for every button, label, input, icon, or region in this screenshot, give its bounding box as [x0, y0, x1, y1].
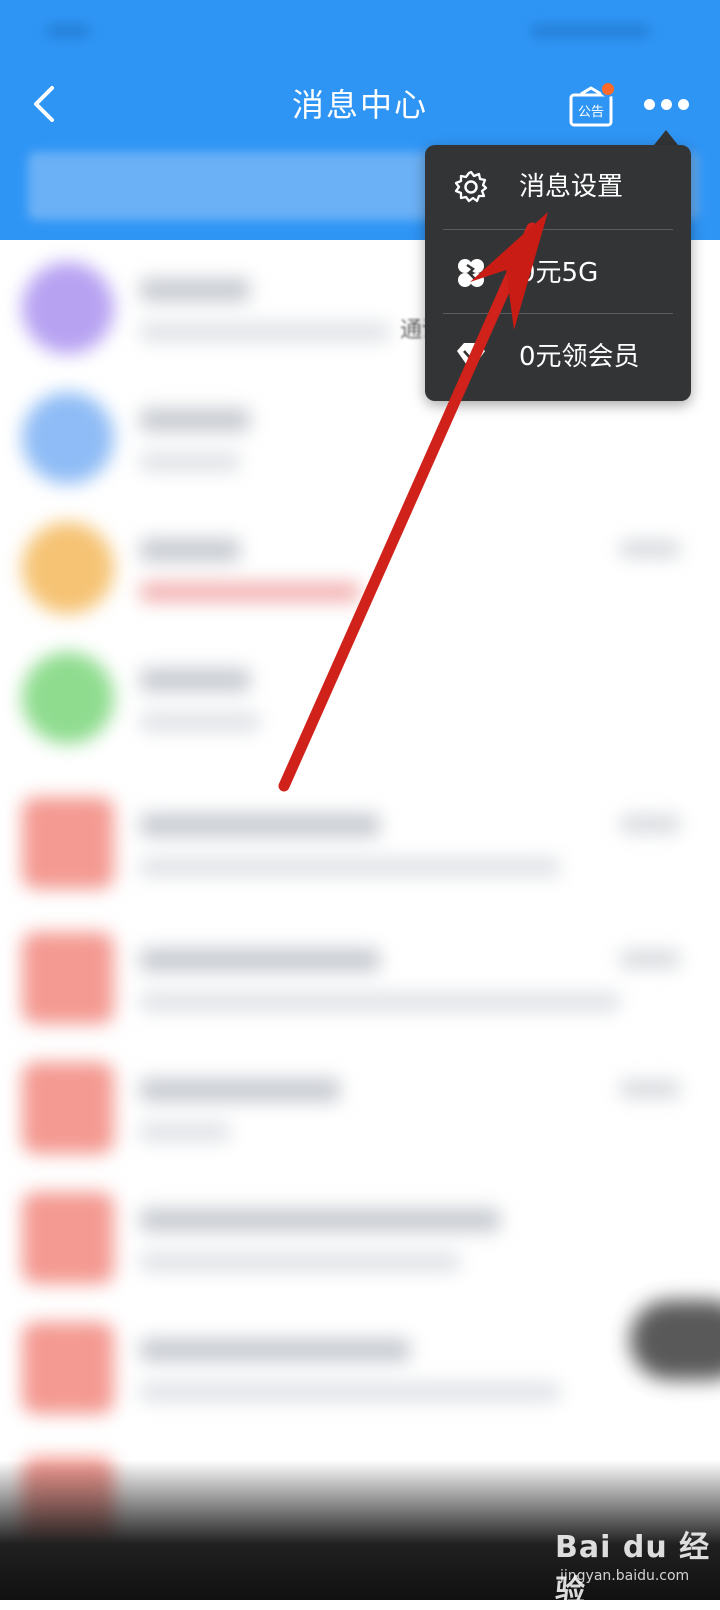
notice-badge-text: 公告 [578, 105, 604, 120]
list-item[interactable] [0, 1300, 720, 1430]
notice-button[interactable]: 公告 [568, 81, 616, 130]
watermark-url: jingyan.baidu.com [560, 1568, 690, 1584]
menu-item-label: 0元5G [519, 258, 599, 288]
list-item[interactable] [0, 1040, 720, 1170]
menu-item-label: 0元领会员 [519, 342, 640, 372]
list-item[interactable] [0, 775, 720, 905]
avatar [22, 932, 114, 1024]
menu-item-5g[interactable]: 0元5G [425, 231, 691, 315]
avatar [22, 1192, 114, 1284]
avatar [22, 652, 114, 744]
diamond-icon [457, 343, 485, 371]
five-g-icon [458, 259, 484, 287]
list-item[interactable] [0, 630, 720, 760]
notice-red-dot [600, 81, 616, 97]
more-dot-icon [644, 98, 655, 110]
menu-item-membership[interactable]: 0元领会员 [425, 315, 691, 399]
menu-divider [443, 313, 673, 314]
avatar [22, 522, 114, 614]
menu-item-message-settings[interactable]: 消息设置 [425, 145, 691, 229]
list-item[interactable] [0, 500, 720, 630]
avatar [22, 1322, 114, 1414]
more-menu-button[interactable] [644, 92, 692, 116]
list-item[interactable] [0, 1170, 720, 1300]
menu-item-label: 消息设置 [519, 172, 624, 202]
floating-action-pill[interactable] [630, 1300, 720, 1380]
menu-caret [654, 130, 678, 145]
watermark-brand: Bai du 经验 [555, 1530, 711, 1609]
more-dropdown-menu: 消息设置 0元5G 0元领会员 [425, 145, 691, 401]
status-bar [0, 0, 720, 64]
more-dot-icon [661, 98, 672, 110]
more-dot-icon [678, 98, 689, 110]
list-item[interactable] [0, 910, 720, 1040]
gear-icon [454, 170, 488, 203]
avatar [22, 392, 114, 484]
avatar [22, 797, 114, 889]
message-list [0, 240, 720, 1600]
avatar [22, 1062, 114, 1154]
avatar [22, 262, 114, 354]
menu-divider [443, 229, 673, 230]
